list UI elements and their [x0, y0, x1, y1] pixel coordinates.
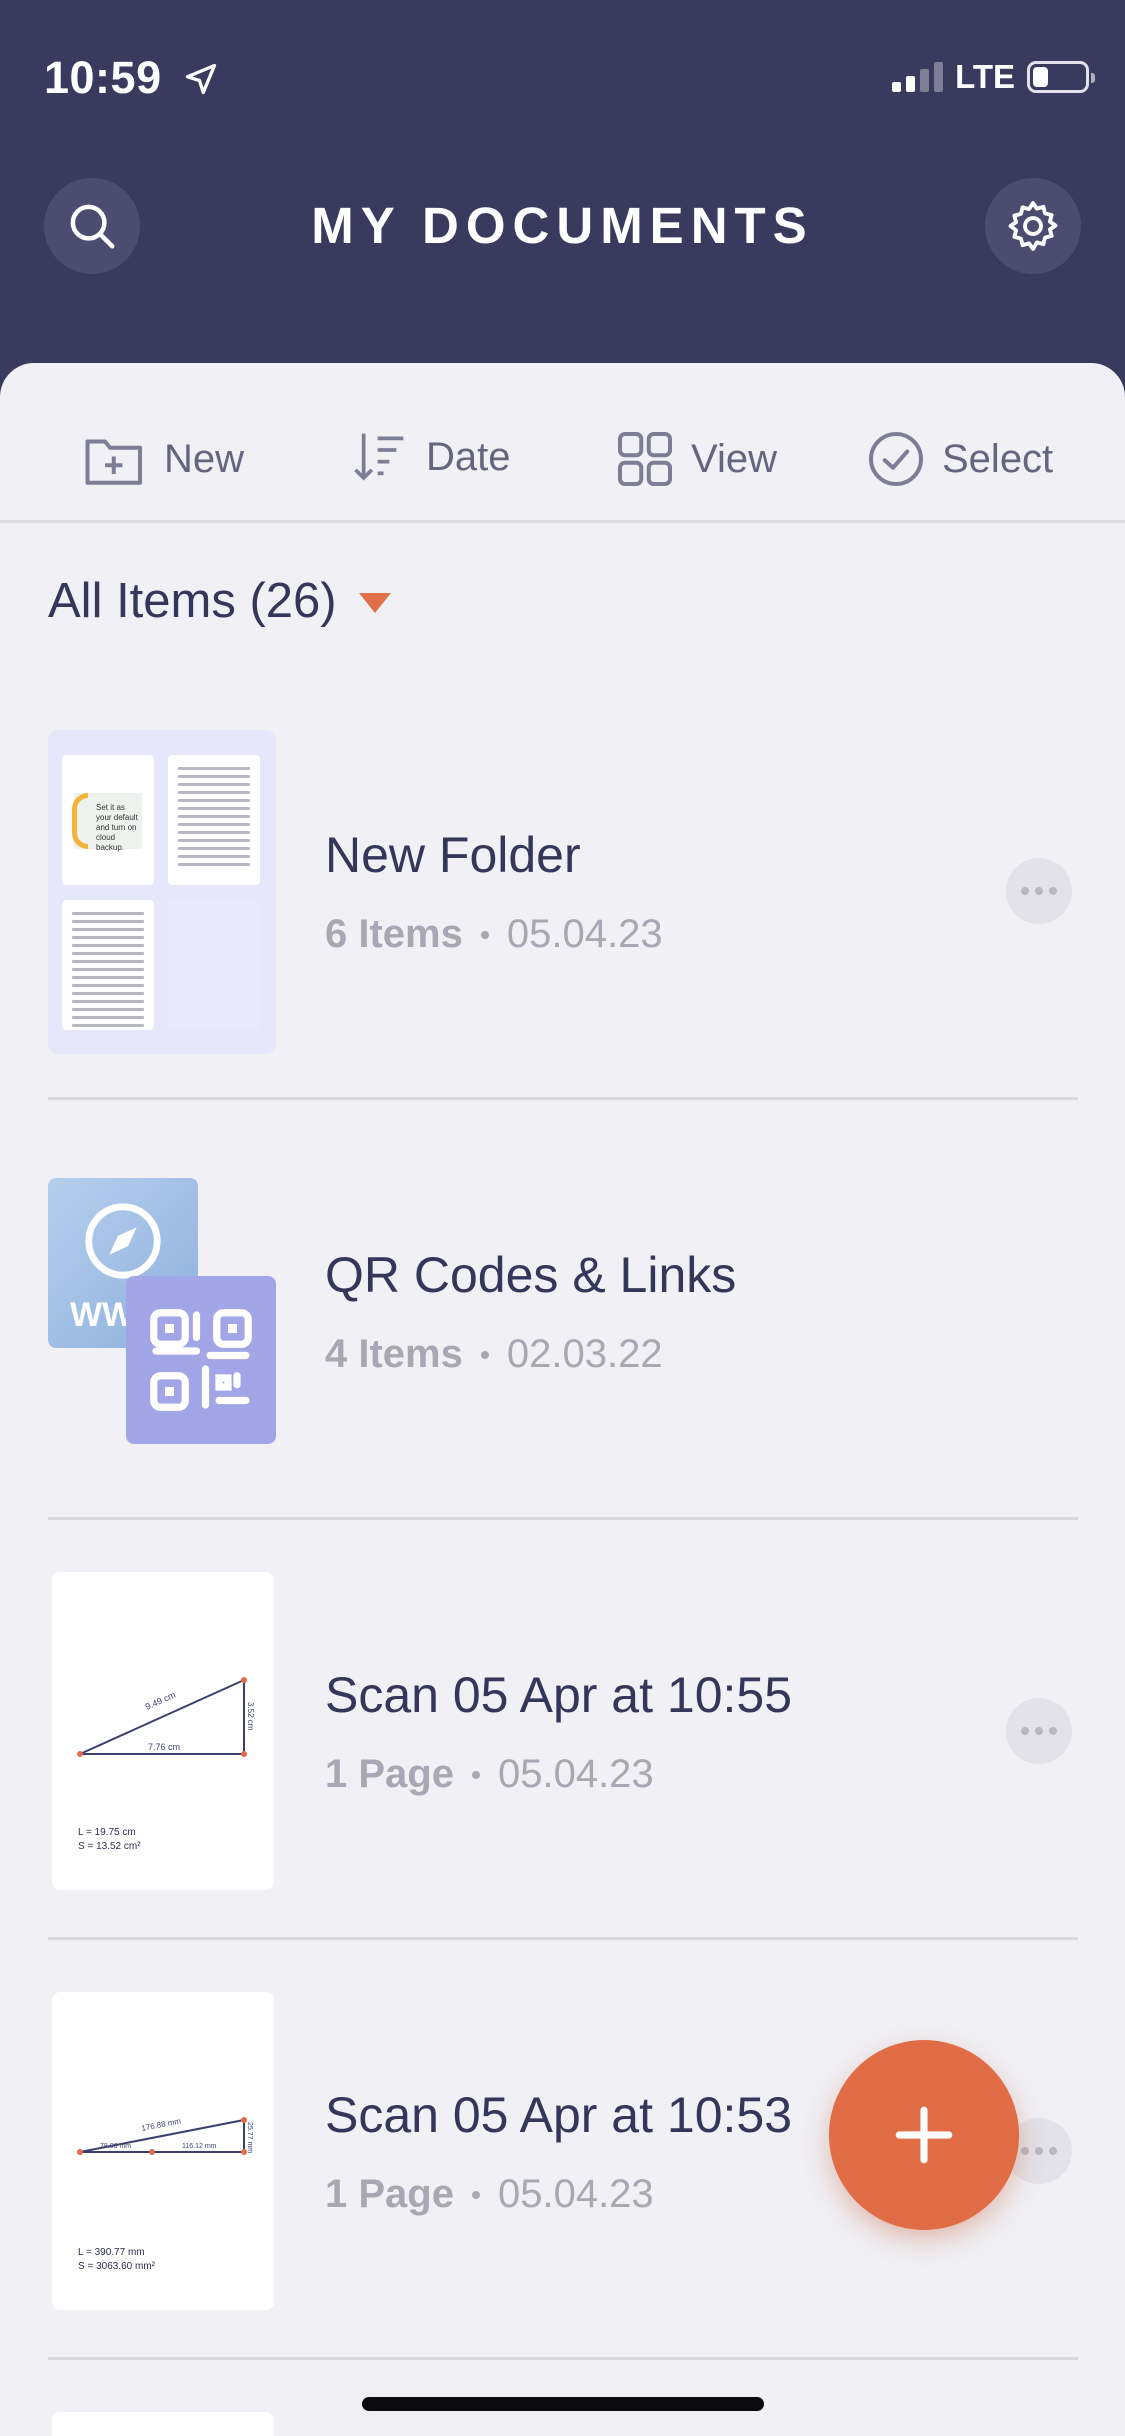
view-label: View — [691, 436, 777, 481]
base2-label: 78.00 mm — [100, 2143, 131, 2150]
area-label: S = 3063.60 mm² — [78, 2261, 156, 2272]
page-title: MY DOCUMENTS — [311, 197, 814, 254]
item-meta: 6 Items 05.04.23 — [325, 912, 663, 957]
status-indicators: LTE — [892, 58, 1095, 96]
separator-dot — [480, 930, 489, 939]
item-count: 4 Items — [325, 1332, 463, 1376]
separator-dot — [471, 2190, 480, 2199]
measurement-drawing: 9.49 cm 7.76 cm 3.52 cm L = 19.75 cm S =… — [77, 1677, 255, 1852]
length-label: L = 19.75 cm — [78, 1827, 136, 1838]
area-label: S = 13.52 cm² — [78, 1841, 141, 1852]
app-header: 10:59 LTE MY DOCUMENTS — [0, 0, 1125, 380]
more-options-button[interactable] — [1006, 858, 1072, 924]
home-indicator[interactable] — [362, 2397, 764, 2411]
qr-code-icon — [150, 1309, 252, 1411]
grid-view-icon — [618, 432, 672, 486]
item-name: Scan 05 Apr at 10:55 — [325, 1667, 793, 1723]
length-label: L = 390.77 mm — [78, 2247, 145, 2258]
new-label: New — [164, 436, 245, 481]
select-button[interactable]: Select — [866, 429, 1053, 489]
item-meta: 4 Items 02.03.22 — [325, 1332, 663, 1377]
sort-descending-icon — [354, 433, 404, 481]
item-meta: 1 Page 05.04.23 — [325, 2172, 654, 2217]
add-document-button[interactable] — [829, 2040, 1019, 2230]
separator-dot — [471, 1770, 480, 1779]
plus-icon — [895, 2106, 953, 2164]
list-item[interactable]: 9.49 cm 7.76 cm 3.52 cm L = 19.75 cm S =… — [48, 1520, 1078, 1940]
folder-page-preview — [168, 755, 260, 885]
clock-label: 10:59 — [44, 52, 162, 103]
caret-down-icon — [358, 593, 391, 613]
folder-plus-icon — [85, 439, 142, 485]
item-name: Scan 05 Apr at 10:53 — [325, 2087, 793, 2143]
settings-button[interactable] — [985, 178, 1081, 274]
compass-icon — [85, 1203, 161, 1279]
item-count: 1 Page — [325, 1752, 454, 1796]
status-time: 10:59 — [44, 52, 219, 104]
item-date: 05.04.23 — [497, 1752, 654, 1796]
scan-thumbnail: 176.88 mm 78.00 mm 116.12 mm 25.77 mm L … — [52, 1992, 274, 2310]
view-toggle-button[interactable]: View — [615, 429, 777, 489]
item-name: QR Codes & Links — [325, 1247, 737, 1303]
scan-thumbnail — [52, 2412, 274, 2436]
measurement-drawing: 176.88 mm 78.00 mm 116.12 mm 25.77 mm L … — [77, 2116, 253, 2272]
folder-page-text: Set it as your default and turn on cloud… — [96, 803, 138, 852]
battery-icon — [1027, 61, 1095, 93]
new-folder-button[interactable]: New — [82, 429, 244, 489]
select-label: Select — [942, 436, 1054, 481]
date-label: Date — [426, 434, 511, 479]
list-item[interactable]: Set it as your default and turn on cloud… — [48, 680, 1078, 1100]
side-label: 3.52 cm — [246, 1702, 255, 1731]
item-date: 05.04.23 — [497, 2172, 654, 2216]
signal-icon — [892, 62, 944, 92]
separator-dot — [480, 1350, 489, 1359]
item-count: 6 Items — [325, 912, 463, 956]
hyp-label: 176.88 mm — [141, 2116, 182, 2133]
more-options-button[interactable] — [1006, 1698, 1072, 1764]
sort-date-button[interactable]: Date — [350, 429, 511, 485]
base-label: 7.76 cm — [148, 1742, 180, 1752]
folder-page-preview — [62, 900, 154, 1030]
toolbar: New Date View Select — [0, 363, 1125, 523]
item-date: 02.03.22 — [506, 1332, 663, 1376]
gear-icon — [1008, 201, 1058, 251]
scan-thumbnail: 9.49 cm 7.76 cm 3.52 cm L = 19.75 cm S =… — [52, 1572, 274, 1890]
folder-empty-slot — [168, 900, 260, 1030]
check-circle-icon — [869, 432, 923, 486]
base-label: 116.12 mm — [182, 2143, 217, 2150]
item-date: 05.04.23 — [506, 912, 663, 956]
list-item[interactable]: WWW QR Codes & Links 4 Items 02.03.22 — [48, 1100, 1078, 1520]
side-label: 25.77 mm — [246, 2122, 253, 2153]
filter-dropdown[interactable]: All Items (26) — [48, 573, 391, 629]
location-arrow-icon — [185, 63, 216, 95]
network-label: LTE — [955, 58, 1015, 95]
folder-page-preview: Set it as your default and turn on cloud… — [62, 755, 154, 885]
filter-label: All Items (26) — [48, 574, 337, 628]
item-meta: 1 Page 05.04.23 — [325, 1752, 654, 1797]
item-name: New Folder — [325, 827, 581, 883]
hyp-label: 9.49 cm — [144, 1690, 177, 1712]
qr-code-tile — [126, 1276, 276, 1444]
item-count: 1 Page — [325, 2172, 454, 2216]
folder-thumbnail: Set it as your default and turn on cloud… — [48, 730, 276, 1054]
